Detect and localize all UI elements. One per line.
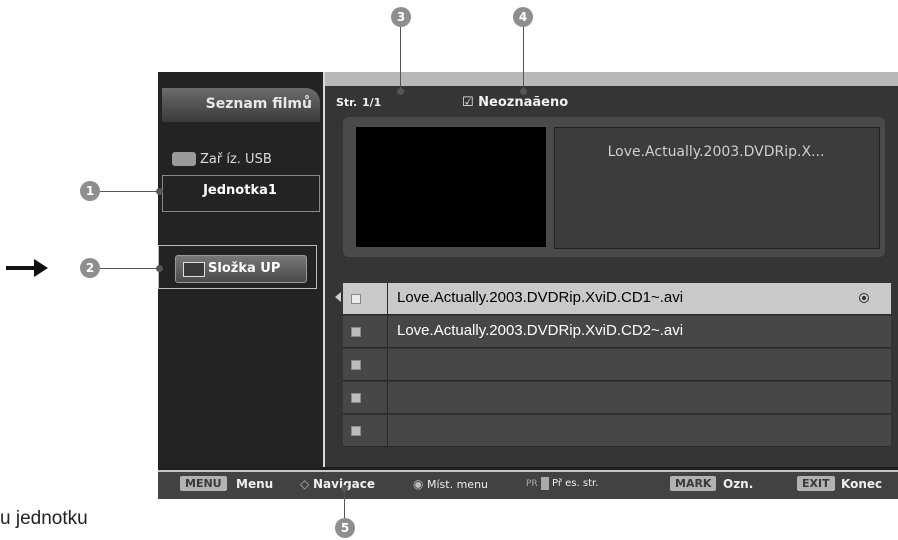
mark-label: Ozn. (723, 477, 754, 491)
pointer-arrow-head-icon (34, 259, 48, 277)
pr-key[interactable]: PR (526, 479, 538, 489)
exit-label: Konec (841, 477, 883, 491)
callout-2: 2 (80, 258, 100, 278)
checkbox-icon[interactable] (351, 327, 361, 337)
file-name: Love.Actually.2003.DVDRip.XviD.CD2~.avi (397, 322, 684, 339)
play-indicator-icon (859, 293, 869, 303)
checkbox-icon[interactable] (351, 360, 361, 370)
ok-icon: ◉ (413, 477, 424, 491)
usb-device-label: Zař íz. USB (200, 152, 272, 167)
row-divider (387, 415, 388, 446)
main-top-bar (325, 72, 898, 86)
callout-dot (520, 88, 527, 95)
context-menu-label: Míst. menu (427, 478, 489, 491)
callout-dot (341, 485, 348, 492)
callout-5: 5 (335, 518, 355, 538)
unmarked-status: ☑ Neoznaãeno (462, 95, 569, 110)
row-divider (387, 283, 388, 314)
row-divider (387, 382, 388, 413)
page-indicator: 1/1 (362, 96, 382, 109)
checkbox-icon[interactable] (351, 426, 361, 436)
callout-4: 4 (513, 7, 533, 27)
row-divider (387, 316, 388, 347)
callout-dot (156, 265, 163, 272)
folder-icon (183, 262, 205, 277)
file-row[interactable]: Love.Actually.2003.DVDRip.XviD.CD1~.avi (343, 283, 891, 315)
page-label: Str. (336, 96, 358, 109)
folder-up-label: Složka UP (208, 261, 281, 276)
file-name: Love.Actually.2003.DVDRip.XviD.CD1~.avi (397, 289, 684, 306)
file-info-title: Love.Actually.2003.DVDRip.X... (607, 144, 825, 160)
list-scroll-left-icon[interactable] (335, 292, 341, 302)
callout-1: 1 (80, 181, 100, 201)
page-updown-icon (541, 477, 549, 490)
checkbox-icon[interactable] (351, 393, 361, 403)
callout-line (523, 27, 524, 91)
video-thumbnail (356, 127, 546, 247)
page-switch-label: Př es. str. (552, 478, 599, 489)
file-row[interactable] (343, 349, 891, 381)
callout-line (344, 488, 345, 518)
exit-key[interactable]: EXIT (797, 476, 835, 491)
callout-line (100, 268, 160, 269)
callout-dot (156, 188, 163, 195)
checkbox-icon[interactable] (351, 294, 361, 304)
callout-line (100, 191, 160, 192)
callout-dot (397, 88, 404, 95)
callout-3: 3 (391, 7, 411, 27)
page-title: Seznam filmů (205, 96, 312, 112)
callout-line (400, 27, 401, 91)
drive-label: Jednotka1 (203, 183, 277, 198)
mark-key[interactable]: MARK (670, 476, 717, 491)
menu-label: Menu (236, 477, 274, 491)
row-divider (387, 349, 388, 380)
pointer-arrow-icon (6, 266, 36, 270)
usb-icon (172, 152, 196, 166)
file-row[interactable]: Love.Actually.2003.DVDRip.XviD.CD2~.avi (343, 316, 891, 348)
file-row[interactable] (343, 382, 891, 414)
file-row[interactable] (343, 415, 891, 447)
side-caption: u jednotku (0, 508, 88, 529)
navigation-icon: ◇ (300, 477, 310, 491)
menu-key[interactable]: MENU (180, 476, 227, 491)
